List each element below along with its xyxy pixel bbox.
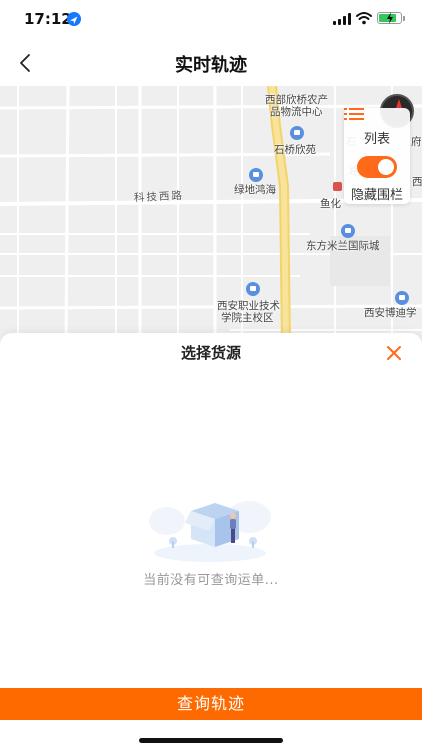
home-indicator bbox=[139, 738, 283, 743]
poi-metro-icon bbox=[333, 182, 342, 191]
query-track-button[interactable]: 查询轨迹 bbox=[0, 688, 422, 720]
map-label: 绿地鸿海 bbox=[234, 184, 276, 196]
toggle-knob bbox=[378, 159, 394, 175]
battery-cap bbox=[403, 16, 405, 21]
map-controls-panel: 列表 隐藏围栏 bbox=[344, 108, 410, 204]
map-view[interactable]: 西部欣桥农产 品物流中心 石桥欣苑 科技西路 绿地鸿海 鱼化 东方米兰国际城 西… bbox=[0, 86, 422, 344]
nav-bar: 实时轨迹 bbox=[0, 40, 422, 86]
status-bar: 17:12 bbox=[0, 0, 422, 40]
poi-building-icon bbox=[249, 168, 263, 182]
list-icon bbox=[344, 108, 364, 120]
map-label: 石桥欣苑 bbox=[274, 144, 316, 156]
close-icon bbox=[387, 346, 401, 360]
map-label: 西安博迪学 bbox=[364, 307, 417, 319]
signal-icon bbox=[333, 13, 351, 25]
empty-box-illustration bbox=[149, 501, 271, 562]
poi-school-icon bbox=[246, 282, 260, 296]
wifi-icon bbox=[356, 12, 372, 25]
map-label: 鱼化 bbox=[320, 198, 341, 210]
location-arrow-icon bbox=[67, 12, 81, 26]
map-label: 西 bbox=[412, 176, 422, 188]
status-time: 17:12 bbox=[24, 10, 72, 28]
map-label: 东方米兰国际城 bbox=[306, 240, 380, 252]
list-button-label: 列表 bbox=[363, 132, 390, 147]
poi-school-icon bbox=[395, 291, 409, 305]
empty-state-text: 当前没有可查询运单... bbox=[143, 573, 279, 588]
map-label: 品物流中心 bbox=[270, 106, 323, 118]
hide-fence-toggle[interactable] bbox=[357, 156, 397, 178]
map-label: 学院主校区 bbox=[221, 312, 274, 324]
sheet-title: 选择货源 bbox=[180, 344, 241, 362]
close-button[interactable] bbox=[380, 339, 408, 367]
map-label: 府 bbox=[411, 136, 422, 148]
hide-fence-label: 隐藏围栏 bbox=[350, 188, 403, 203]
page-title: 实时轨迹 bbox=[175, 55, 247, 76]
charging-bolt-icon bbox=[387, 12, 393, 24]
poi-building-icon bbox=[290, 126, 304, 140]
list-button[interactable]: 列表 bbox=[344, 108, 410, 152]
poi-building-icon bbox=[341, 224, 355, 238]
map-road-label: 科技西路 bbox=[133, 189, 185, 205]
app-screen: 17:12 实时轨迹 西部欣桥农产 品物流中心 石桥欣苑 科技西路 绿地鸿海 鱼… bbox=[0, 0, 422, 750]
